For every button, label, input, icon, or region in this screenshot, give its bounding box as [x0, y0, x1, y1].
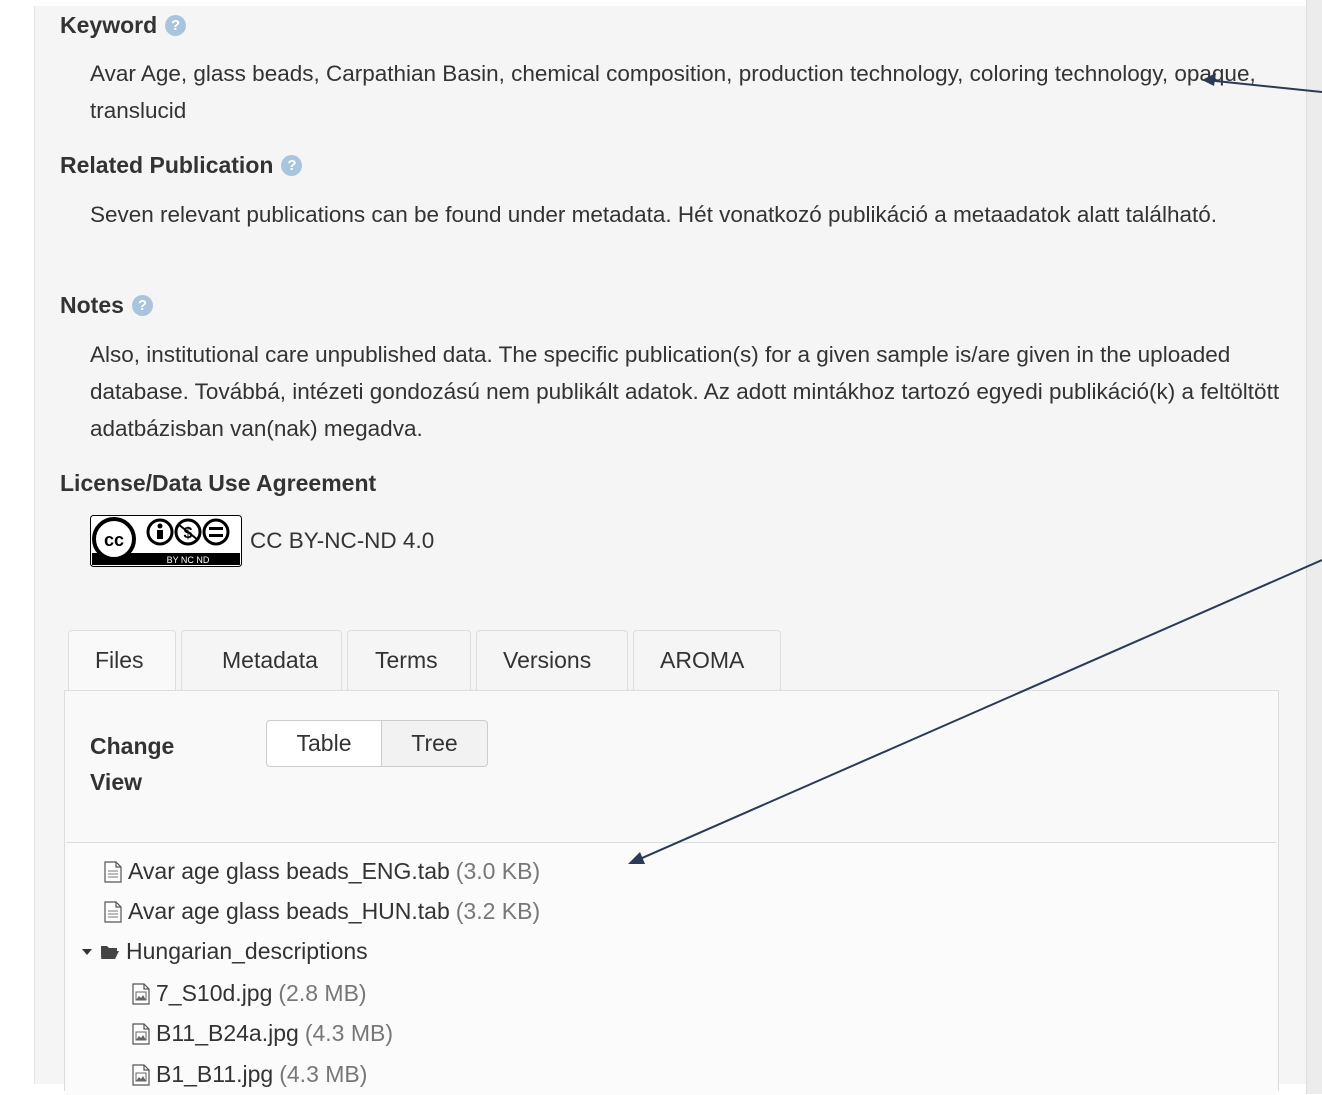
table-view-button[interactable]: Table — [266, 720, 382, 767]
keyword-label-text: Keyword — [60, 12, 158, 38]
keyword-label: Keyword ? — [60, 12, 187, 39]
image-file-icon — [132, 1063, 150, 1086]
tab-aroma[interactable]: AROMA — [633, 630, 781, 690]
tab-metadata[interactable]: Metadata — [181, 630, 342, 690]
license-row: cc $ BY NC ND CC BY-NC-ND 4.0 — [90, 515, 434, 567]
notes-label-text: Notes — [60, 292, 124, 318]
file-size: (3.0 KB) — [455, 858, 541, 884]
related-publication-value: Seven relevant publications can be found… — [90, 202, 1217, 227]
file-name[interactable]: Avar age glass beads_HUN.tab — [128, 898, 450, 925]
tree-file-row[interactable]: B1_B11.jpg (4.3 MB) — [132, 1061, 367, 1088]
svg-text:cc: cc — [104, 530, 124, 550]
help-icon[interactable]: ? — [165, 15, 187, 36]
folder-open-icon — [100, 944, 120, 960]
file-size: (4.3 MB) — [304, 1020, 393, 1046]
tree-folder-row[interactable]: Hungarian_descriptions — [80, 938, 368, 965]
tab-files[interactable]: Files — [68, 630, 176, 690]
help-icon[interactable]: ? — [281, 155, 303, 176]
caret-down-icon[interactable] — [80, 945, 94, 959]
image-file-icon — [132, 982, 150, 1005]
dataset-tabs: Files Metadata Terms Versions AROMA — [68, 630, 781, 690]
tree-file-row[interactable]: 7_S10d.jpg (2.8 MB) — [132, 980, 367, 1007]
help-icon[interactable]: ? — [131, 295, 153, 316]
tree-file-row[interactable]: Avar age glass beads_HUN.tab (3.2 KB) — [104, 898, 540, 925]
tab-versions[interactable]: Versions — [476, 630, 628, 690]
tree-file-row[interactable]: B11_B24a.jpg (4.3 MB) — [132, 1020, 393, 1047]
cc-license-badge-icon[interactable]: cc $ BY NC ND — [90, 515, 242, 567]
file-name[interactable]: B11_B24a.jpg — [156, 1020, 299, 1047]
view-toggle-group: Table Tree — [266, 720, 488, 767]
notes-label: Notes ? — [60, 292, 153, 319]
file-size: (4.3 MB) — [279, 1061, 368, 1087]
tree-view-button[interactable]: Tree — [382, 720, 488, 767]
change-view-label-text: Change View — [90, 733, 175, 795]
file-icon — [104, 860, 122, 883]
related-publication-label-text: Related Publication — [60, 152, 274, 178]
license-badge-text: BY NC ND — [167, 555, 210, 565]
related-publication-label: Related Publication ? — [60, 152, 303, 179]
keyword-value: Avar Age, glass beads, Carpathian Basin,… — [90, 61, 1256, 123]
file-name[interactable]: B1_B11.jpg — [156, 1061, 273, 1088]
image-file-icon — [132, 1022, 150, 1045]
file-name[interactable]: Avar age glass beads_ENG.tab — [128, 858, 450, 885]
license-label-text: License/Data Use Agreement — [60, 470, 377, 496]
notes-value: Also, institutional care unpublished dat… — [90, 342, 1280, 441]
license-name[interactable]: CC BY-NC-ND 4.0 — [250, 528, 434, 554]
folder-name[interactable]: Hungarian_descriptions — [126, 938, 368, 965]
license-label: License/Data Use Agreement — [60, 470, 376, 497]
file-icon — [104, 900, 122, 923]
tree-file-row[interactable]: Avar age glass beads_ENG.tab (3.0 KB) — [104, 858, 540, 885]
scrollbar[interactable] — [1306, 0, 1322, 1094]
change-view-label: Change View — [90, 728, 200, 800]
file-size: (2.8 MB) — [278, 980, 367, 1006]
file-name[interactable]: 7_S10d.jpg — [156, 980, 272, 1007]
tab-terms[interactable]: Terms — [347, 630, 471, 690]
file-size: (3.2 KB) — [455, 898, 541, 924]
